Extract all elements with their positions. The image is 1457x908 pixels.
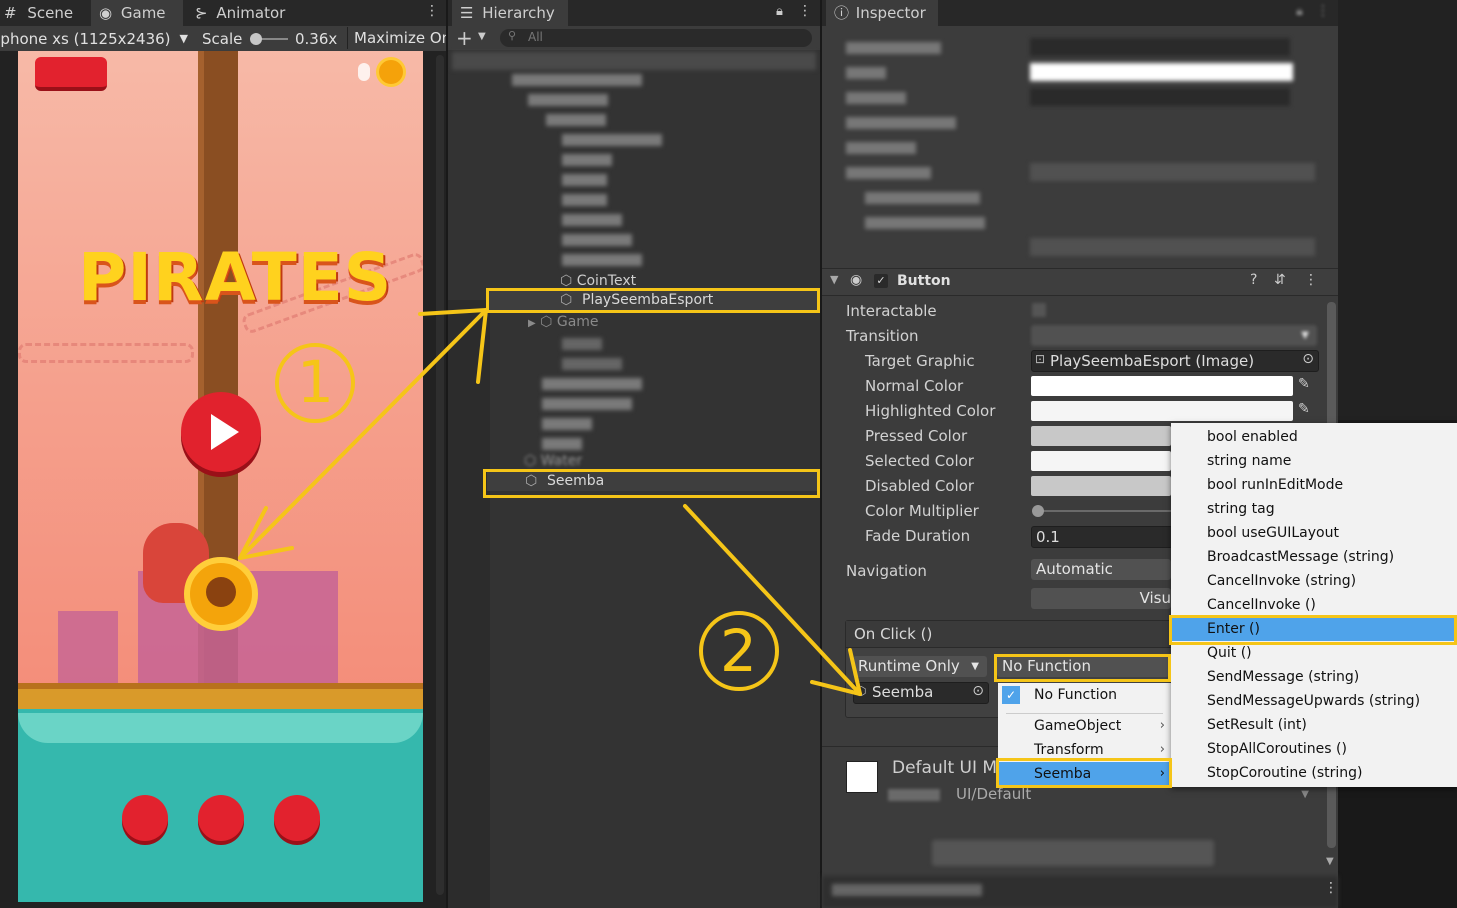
arrow-1-tail-b [476,308,488,384]
annotation-arrows [238,308,862,696]
arrow-1-shaft [238,308,488,560]
step-2-label: 2 [720,617,757,685]
arrow-1-tail [418,308,488,316]
step-1-label: 1 [297,348,334,416]
